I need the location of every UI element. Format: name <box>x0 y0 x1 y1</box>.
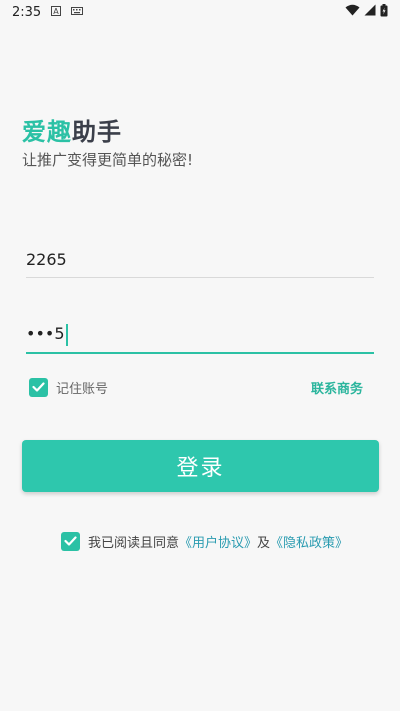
app-logo-text: 爱趣助手 <box>22 112 122 147</box>
user-agreement-link[interactable]: 《用户协议》 <box>179 532 257 551</box>
brand-rest-text: 助手 <box>72 118 122 146</box>
battery-icon <box>380 3 388 21</box>
status-time: 2:35 <box>12 4 42 20</box>
remember-row: 记住账号 联系商务 <box>29 377 363 397</box>
agreement-and: 及 <box>257 535 271 551</box>
signal-icon <box>364 4 376 20</box>
agreement-prefix: 我已阅读且同意 <box>88 535 180 551</box>
text-caret <box>65 323 68 346</box>
privacy-policy-link[interactable]: 《隐私政策》 <box>270 532 348 551</box>
keyboard-icon <box>71 6 84 18</box>
a-badge-icon: A <box>51 5 62 19</box>
wifi-icon <box>345 4 360 20</box>
brand-accent-text: 爱趣 <box>22 118 72 146</box>
remember-checkbox[interactable] <box>29 377 48 397</box>
svg-text:A: A <box>53 7 59 16</box>
status-bar: 2:35 A <box>0 0 400 24</box>
password-field[interactable]: •••5 <box>26 320 374 354</box>
login-button[interactable]: 登录 <box>22 440 379 492</box>
checkmark-icon <box>64 536 77 546</box>
status-left: 2:35 A <box>12 4 84 20</box>
checkmark-icon <box>32 382 45 392</box>
agreement-checkbox[interactable] <box>61 531 80 551</box>
username-field[interactable]: 2265 <box>26 246 374 278</box>
password-value: •••5 <box>26 324 65 343</box>
remember-label[interactable]: 记住账号 <box>56 378 108 397</box>
status-right <box>345 3 388 21</box>
username-value: 2265 <box>26 250 67 269</box>
agreement-row: 我已阅读且同意 《用户协议》 及 《隐私政策》 <box>61 531 348 551</box>
slogan: 让推广变得更简单的秘密! <box>22 151 194 169</box>
contact-business-link[interactable]: 联系商务 <box>311 378 363 397</box>
